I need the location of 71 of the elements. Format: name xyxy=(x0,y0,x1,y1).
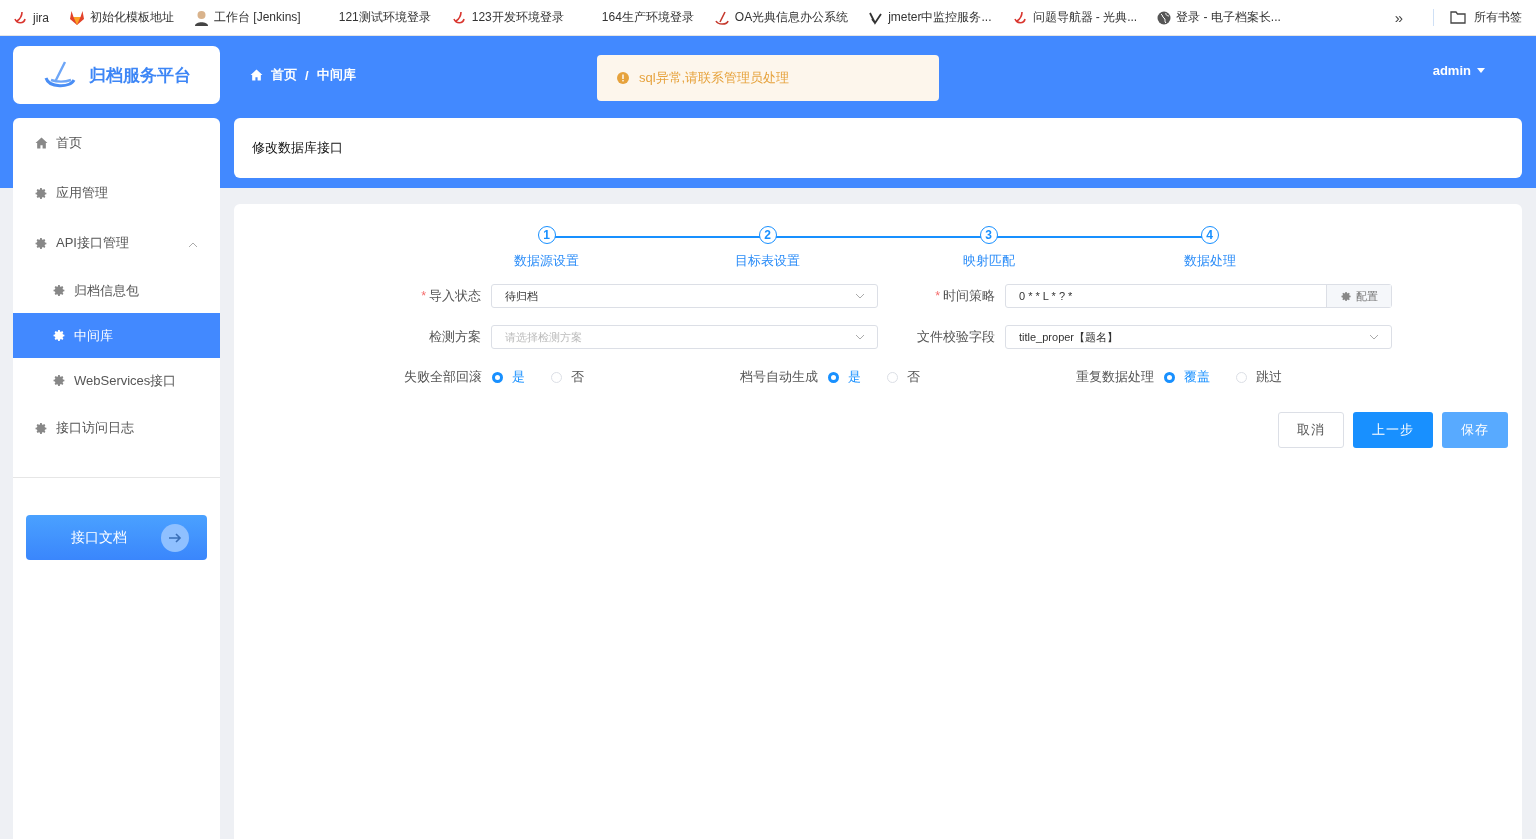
bookmark[interactable]: 121测试环境登录 xyxy=(338,9,431,26)
bookmark[interactable]: 123开发环境登录 xyxy=(450,9,564,26)
gear-icon xyxy=(1340,290,1352,302)
pen-logo-icon xyxy=(713,10,730,25)
menu-item[interactable]: API接口管理 xyxy=(13,218,220,268)
more-bookmarks-button[interactable]: » xyxy=(1394,9,1403,26)
error-alert: sql异常,请联系管理员处理 xyxy=(597,55,939,101)
step-label: 数据处理 xyxy=(1183,252,1236,270)
bookmark[interactable]: 登录 - 电子档案长... xyxy=(1157,9,1281,26)
warning-icon xyxy=(617,72,629,84)
swirl-logo-icon xyxy=(12,9,28,26)
bookmark[interactable]: 问题导航器 - 光典... xyxy=(1011,9,1138,26)
gear-icon xyxy=(35,236,48,250)
bookmark[interactable]: jira xyxy=(12,9,49,26)
step-number: 4 xyxy=(1200,226,1219,244)
swirl-logo-icon xyxy=(1011,9,1028,26)
config-button[interactable]: 配置 xyxy=(1326,285,1391,307)
chevron-up-icon xyxy=(188,241,198,248)
caret-icon xyxy=(1477,68,1485,73)
bookmark[interactable]: 初始化模板地址 xyxy=(69,9,174,26)
menu-item[interactable]: 归档信息包 xyxy=(13,268,220,313)
chevron-down-icon xyxy=(1369,334,1379,340)
step-number: 3 xyxy=(979,226,998,244)
action-button[interactable]: 取消 xyxy=(1278,412,1344,448)
field-label: 重复数据处理 xyxy=(1076,369,1154,386)
globe-icon xyxy=(1157,10,1172,25)
breadcrumb-separator: / xyxy=(305,67,309,83)
menu-item[interactable]: 应用管理 xyxy=(13,168,220,218)
select-field[interactable]: 待归档 xyxy=(491,284,878,308)
menu-item[interactable]: 接口访问日志 xyxy=(13,403,220,453)
input-field[interactable]: 0 * * L * ? * 配置 xyxy=(1005,284,1392,308)
swirl-logo-icon xyxy=(450,9,467,26)
page-title: 修改数据库接口 xyxy=(234,118,1522,178)
step-label: 数据源设置 xyxy=(514,252,579,270)
step-label: 目标表设置 xyxy=(735,252,800,270)
person-avatar-icon xyxy=(194,9,209,26)
bookmark[interactable]: jmeter中监控服务... xyxy=(868,9,992,26)
fox-logo-icon xyxy=(69,10,85,25)
field-label: 检测方案 xyxy=(428,328,481,346)
gear-icon xyxy=(53,329,66,342)
radio-option[interactable]: 否 xyxy=(551,369,584,386)
menu-item[interactable]: WebServices接口 xyxy=(13,358,220,403)
bookmark[interactable]: 164生产环境登录 xyxy=(601,9,694,26)
chevron-down-icon xyxy=(855,334,865,340)
bookmark[interactable]: 工作台 [Jenkins] xyxy=(194,9,301,26)
menu-item[interactable]: 首页 xyxy=(13,118,220,168)
folder-icon xyxy=(1450,11,1466,24)
step-label: 映射匹配 xyxy=(962,252,1015,270)
gear-icon xyxy=(35,421,48,435)
gear-icon xyxy=(53,284,66,297)
bookmark[interactable]: OA光典信息办公系统 xyxy=(713,9,849,26)
field-label: 文件校验字段 xyxy=(916,328,995,346)
pen-logo-icon xyxy=(42,60,77,90)
field-label: 失败全部回滚 xyxy=(404,369,482,386)
step-number: 2 xyxy=(758,226,777,244)
field-label: * 导入状态 xyxy=(420,287,481,305)
select-field[interactable]: title_proper【题名】 xyxy=(1005,325,1392,349)
home-icon xyxy=(250,69,263,81)
gear-icon xyxy=(35,186,48,200)
step-number: 1 xyxy=(537,226,556,244)
radio-option[interactable]: 跳过 xyxy=(1236,369,1282,386)
logo-title: 归档服务平台 xyxy=(88,64,191,87)
breadcrumb-item: 中间库 xyxy=(316,66,356,84)
gear-icon xyxy=(53,374,66,387)
field-label: 档号自动生成 xyxy=(740,369,818,386)
all-bookmarks-button[interactable]: 所有书签 xyxy=(1433,9,1536,26)
field-label: * 时间策略 xyxy=(934,287,995,305)
chevron-down-icon xyxy=(855,293,865,299)
arrow-right-icon xyxy=(161,523,189,552)
radio-option[interactable]: 否 xyxy=(887,369,920,386)
home-icon xyxy=(35,137,48,149)
